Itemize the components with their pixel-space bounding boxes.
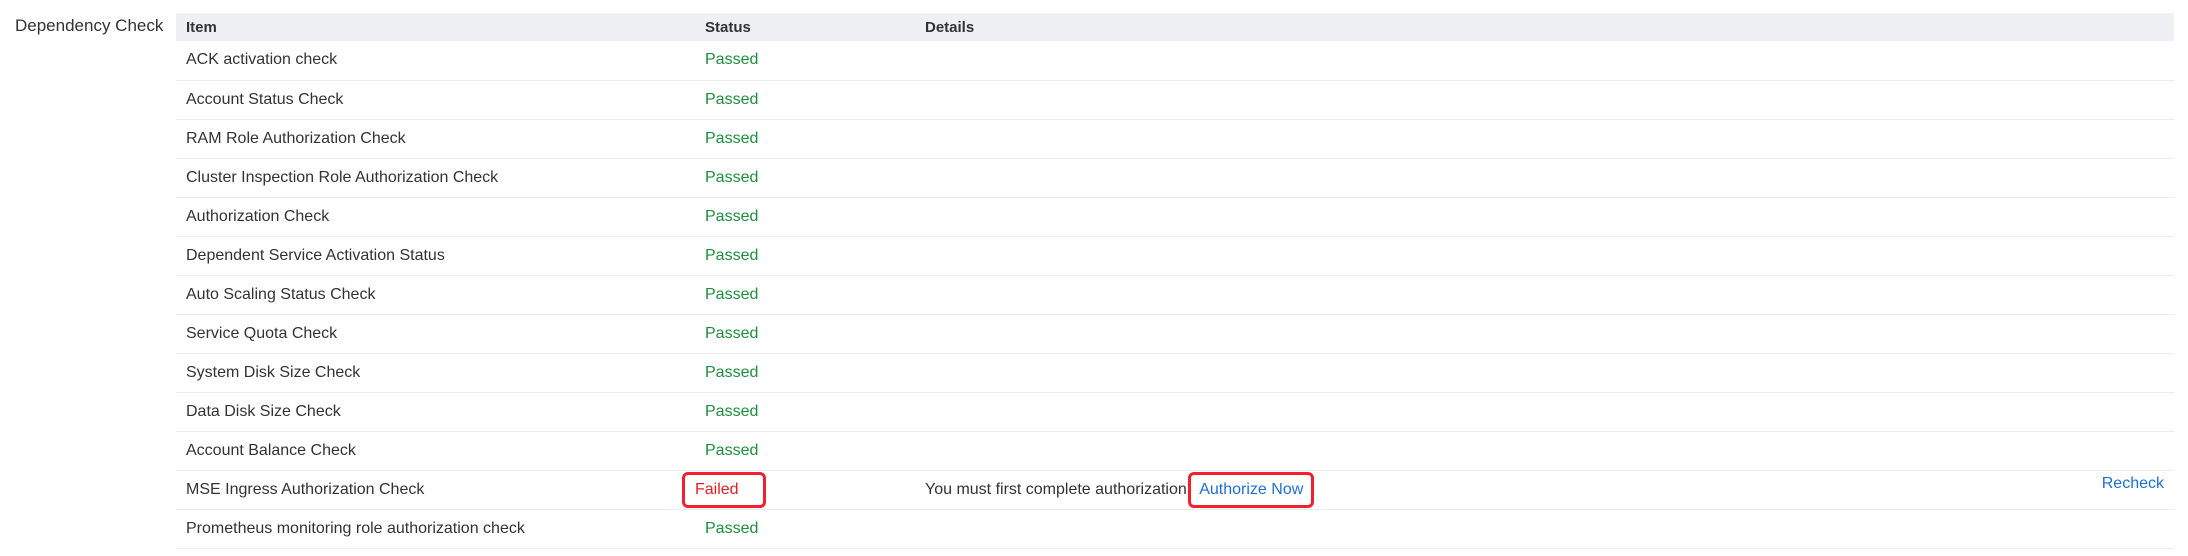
details-cell [915,353,2174,393]
status-badge: Passed [705,168,759,186]
table-row: Prometheus monitoring role authorization… [176,509,2174,549]
status-cell: Passed [695,314,915,354]
item-name: Prometheus monitoring role authorization… [176,509,695,549]
table-row: Dependent Service Activation Status Pass… [176,236,2174,276]
details-cell [915,236,2174,276]
status-cell: Failed [682,470,915,510]
status-cell: Passed [695,80,915,120]
item-name: Account Balance Check [176,431,695,471]
details-cell: You must first complete authorization. Au… [915,470,2174,510]
column-header-item: Item [176,13,695,41]
table-row: MSE Ingress Authorization Check Failed Y… [176,470,2174,510]
column-header-status: Status [695,13,915,41]
details-cell [915,119,2174,159]
status-badge: Passed [705,207,759,225]
table-row: Data Disk Size Check Passed [176,392,2174,432]
details-cell [915,509,2174,549]
table-header: Item Status Details [176,13,2174,41]
details-cell [915,392,2174,432]
item-name: Service Quota Check [176,314,695,354]
table-row: Authorization Check Passed [176,197,2174,237]
status-cell: Passed [695,236,915,276]
status-cell: Passed [695,275,915,315]
table-row: RAM Role Authorization Check Passed [176,119,2174,159]
item-name: ACK activation check [176,41,695,81]
column-header-details: Details [915,13,2174,41]
table-row: Account Balance Check Passed [176,431,2174,471]
details-cell [915,197,2174,237]
table-row: System Disk Size Check Passed [176,353,2174,393]
status-cell: Passed [695,41,915,81]
details-cell [915,431,2174,471]
table-row: Auto Scaling Status Check Passed [176,275,2174,315]
status-badge: Passed [705,363,759,381]
status-badge: Passed [705,324,759,342]
authorize-now-link[interactable]: Authorize Now [1199,481,1303,498]
status-badge: Failed [682,471,766,508]
status-badge: Passed [705,90,759,108]
item-name: Cluster Inspection Role Authorization Ch… [176,158,695,198]
item-name: Account Status Check [176,80,695,120]
details-cell [915,80,2174,120]
item-name: Data Disk Size Check [176,392,695,432]
dependency-check-table: Item Status Details ACK activation check… [176,13,2174,549]
details-cell [915,275,2174,315]
status-badge: Passed [705,285,759,303]
recheck-link[interactable]: Recheck [2102,475,2164,493]
details-text: You must first complete authorization. [925,480,1192,498]
item-name: MSE Ingress Authorization Check [176,470,695,510]
item-name: Dependent Service Activation Status [176,236,695,276]
table-row: Service Quota Check Passed [176,314,2174,354]
status-badge: Passed [705,402,759,420]
details-cell [915,158,2174,198]
status-cell: Passed [695,392,915,432]
status-cell: Passed [695,431,915,471]
table-row: ACK activation check Passed [176,41,2174,81]
status-badge: Passed [705,51,759,69]
authorize-now-highlight: Authorize Now [1188,471,1315,508]
table-row: Cluster Inspection Role Authorization Ch… [176,158,2174,198]
details-cell [915,41,2174,81]
status-cell: Passed [695,158,915,198]
status-cell: Passed [695,197,915,237]
status-cell: Passed [695,353,915,393]
status-badge: Passed [705,129,759,147]
status-badge: Passed [705,246,759,264]
item-name: System Disk Size Check [176,353,695,393]
section-label: Dependency Check [15,16,164,35]
status-cell: Passed [695,119,915,159]
status-badge: Passed [705,519,759,537]
status-cell: Passed [695,509,915,549]
table-row: Account Status Check Passed [176,80,2174,120]
item-name: RAM Role Authorization Check [176,119,695,159]
details-cell [915,314,2174,354]
status-badge: Passed [705,441,759,459]
item-name: Authorization Check [176,197,695,237]
item-name: Auto Scaling Status Check [176,275,695,315]
